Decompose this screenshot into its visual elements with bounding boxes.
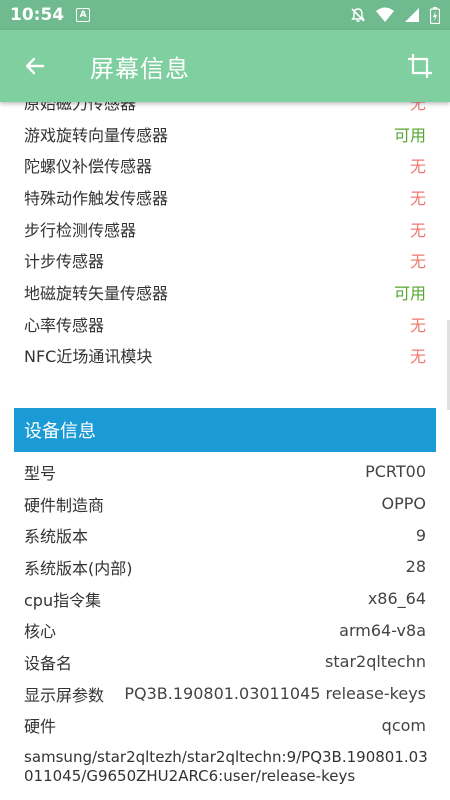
device-value: qcom [381,715,426,735]
sensor-label: 陀螺仪补偿传感器 [24,157,153,177]
device-info-list: 型号 PCRT00 硬件制造商 OPPO 系统版本 9 系统版本(内部) 28 … [0,456,450,741]
list-item: 系统版本 9 [0,519,450,551]
sensor-list: 原始磁力传感器 无 游戏旋转向量传感器 可用 陀螺仪补偿传感器 无 特殊动作触发… [0,102,450,371]
sensor-status: 无 [409,157,426,177]
sensor-label: 计步传感器 [24,252,105,272]
status-time: 10:54 [10,5,65,25]
device-label: 显示屏参数 [24,685,105,705]
wifi-icon [376,7,394,22]
sensor-label: 原始磁力传感器 [24,102,137,113]
list-item: 原始磁力传感器 无 [0,102,450,118]
list-item: 系统版本(内部) 28 [0,551,450,583]
page-title: 屏幕信息 [90,54,190,83]
list-item: 核心 arm64-v8a [0,614,450,646]
list-item: NFC近场通讯模块 无 [0,340,450,372]
device-label: 型号 [24,463,57,483]
sensor-label: 游戏旋转向量传感器 [24,125,169,145]
device-value: PCRT00 [365,462,426,482]
sensor-status: 无 [409,220,426,240]
sensor-label: 特殊动作触发传感器 [24,188,169,208]
device-value: x86_64 [367,589,426,609]
sensor-status: 无 [409,347,426,367]
sensor-status: 可用 [393,125,426,145]
status-icons [350,6,440,24]
status-bar: 10:54 A [0,0,450,30]
list-item: cpu指令集 x86_64 [0,583,450,615]
device-value: star2qltechn [325,652,426,672]
device-label: 核心 [24,622,57,642]
sensor-label: 心率传感器 [24,315,105,335]
device-info-header: 设备信息 [14,408,436,452]
device-value: PQ3B.190801.03011045 release-keys [124,684,426,704]
list-item: 硬件制造商 OPPO [0,488,450,520]
list-item: 陀螺仪补偿传感器 无 [0,149,450,181]
signal-icon [405,8,419,22]
list-item: 型号 PCRT00 [0,456,450,488]
notifications-off-icon [351,8,365,22]
device-label: 系统版本 [24,527,89,547]
build-fingerprint: samsung/star2qltezh/star2qltechn:9/PQ3B.… [24,748,428,785]
sensor-label: NFC近场通讯模块 [24,347,153,367]
list-item: 设备名 star2qltechn [0,646,450,678]
device-value: 28 [405,557,426,577]
list-item: 硬件 qcom [0,710,450,742]
sensor-label: 地磁旋转矢量传感器 [24,283,169,303]
list-item: 步行检测传感器 无 [0,213,450,245]
list-item: 计步传感器 无 [0,244,450,276]
device-value: 9 [415,525,426,545]
arrow-left-icon [25,57,45,75]
device-value: OPPO [381,494,426,514]
device-label: 设备名 [24,653,73,673]
sensor-status: 无 [409,252,426,272]
screen-info-content[interactable]: 原始磁力传感器 无 游戏旋转向量传感器 可用 陀螺仪补偿传感器 无 特殊动作触发… [0,102,450,800]
battery-icon [430,6,440,24]
screenshot-crop-button[interactable] [390,30,450,102]
sensor-label: 步行检测传感器 [24,220,137,240]
device-label: 系统版本(内部) [24,558,133,578]
device-value: arm64-v8a [339,620,426,640]
list-item: 特殊动作触发传感器 无 [0,181,450,213]
list-item: 显示屏参数 PQ3B.190801.03011045 release-keys [0,678,450,710]
crop-icon [408,54,432,78]
sensor-status: 可用 [393,283,426,303]
list-item: 游戏旋转向量传感器 可用 [0,118,450,150]
sensor-status: 无 [409,188,426,208]
list-item: 地磁旋转矢量传感器 可用 [0,276,450,308]
sensor-status: 无 [409,102,426,113]
list-item: 心率传感器 无 [0,308,450,340]
device-label: cpu指令集 [24,590,102,610]
back-button[interactable] [0,30,70,102]
app-bar: 屏幕信息 [0,30,450,102]
sensor-status: 无 [409,315,426,335]
notification-a-icon: A [76,8,91,22]
device-label: 硬件制造商 [24,495,105,515]
device-label: 硬件 [24,717,57,737]
